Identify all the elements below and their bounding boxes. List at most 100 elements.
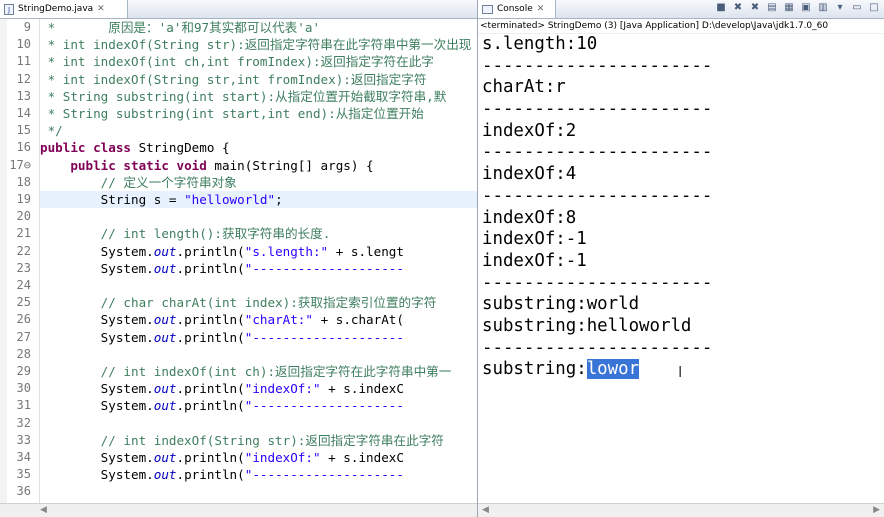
line-number: 32: [16, 415, 31, 430]
terminate-icon[interactable]: ■: [715, 2, 727, 14]
code-line[interactable]: System.out.println("indexOf:" + s.indexC: [40, 380, 477, 397]
editor-pane[interactable]: J StringDemo.java ✕ 9 * 原因是：'a'和97其实都可以代…: [0, 0, 478, 517]
line-number: 30: [16, 381, 31, 396]
remove-all-icon[interactable]: ✖: [749, 2, 761, 14]
code-line[interactable]: [40, 208, 477, 225]
console-output-line: indexOf:-1: [482, 229, 587, 250]
maximize-icon[interactable]: □: [868, 2, 880, 14]
code-line[interactable]: public static void main(String[] args) {: [40, 157, 477, 174]
code-line[interactable]: * int indexOf(String str,int fromIndex):…: [40, 71, 477, 88]
code-line[interactable]: * int indexOf(int ch,int fromIndex):返回指定…: [40, 53, 477, 70]
console-output-line: substring:lowor: [482, 359, 884, 381]
code-line[interactable]: [40, 415, 477, 432]
code-line[interactable]: String s = "helloworld";: [40, 191, 477, 208]
console-horizontal-scrollbar[interactable]: ◀ ▶: [478, 503, 884, 517]
code-line[interactable]: System.out.println("charAt:" + s.charAt(: [40, 311, 477, 328]
line-number: 26: [16, 312, 31, 327]
scroll-left-icon[interactable]: ◀: [482, 504, 489, 517]
console-icon: [482, 4, 493, 14]
line-number: 18: [16, 174, 31, 189]
editor-horizontal-scrollbar[interactable]: ◀: [0, 503, 477, 517]
console-output[interactable]: s.length:10 ---------------------- charAt:…: [482, 34, 884, 381]
line-number: 22: [16, 243, 31, 258]
tab-label: StringDemo.java: [18, 4, 94, 14]
console-output-line: ----------------------: [482, 142, 713, 163]
line-number: 24: [16, 278, 31, 292]
selected-text[interactable]: lowor: [586, 359, 640, 380]
remove-launch-icon[interactable]: ✖: [732, 2, 744, 14]
line-number: 33: [16, 432, 31, 447]
code-line[interactable]: System.out.println("--------------------: [40, 260, 477, 277]
line-number: 12: [16, 71, 31, 86]
line-number: 14: [16, 106, 31, 120]
line-number: 13: [16, 88, 31, 103]
console-output-line: indexOf:4: [482, 164, 577, 185]
editor-tab-bar: J StringDemo.java ✕: [0, 0, 477, 19]
console-output-line: ----------------------: [482, 185, 713, 206]
close-icon[interactable]: ✕: [537, 4, 545, 14]
code-line[interactable]: [40, 346, 477, 363]
code-line[interactable]: // char charAt(int index):获取指定索引位置的字符: [40, 294, 477, 311]
tab-console[interactable]: Console ✕: [478, 0, 556, 18]
code-line[interactable]: // int indexOf(String str):返回指定字符串在此字符: [40, 432, 477, 449]
line-number: 15: [16, 123, 31, 138]
line-number: 28: [16, 346, 31, 361]
line-number: 19: [16, 192, 31, 206]
code-line[interactable]: // int length():获取字符串的长度.: [40, 225, 477, 242]
line-number: 21: [16, 226, 31, 241]
minimize-icon[interactable]: ▭: [851, 2, 863, 14]
tab-stringdemo-java[interactable]: J StringDemo.java ✕: [0, 0, 128, 18]
code-line[interactable]: System.out.println("--------------------: [40, 329, 477, 346]
output-prefix: substring:: [482, 359, 587, 380]
console-toolbar: ■ ✖ ✖ ▤ ▦ ▣ ▥ ▾ ▭ □: [715, 2, 880, 14]
scroll-right-icon[interactable]: ▶: [873, 504, 880, 517]
overview-ruler: [0, 19, 7, 503]
line-number: 27: [16, 329, 31, 344]
code-line[interactable]: [40, 277, 477, 294]
code-line[interactable]: public class StringDemo {: [40, 139, 477, 156]
line-number: 10: [16, 37, 31, 52]
code-line[interactable]: * int indexOf(String str):返回指定字符串在此字符串中第…: [40, 36, 477, 53]
scroll-left-icon[interactable]: ◀: [40, 504, 47, 517]
line-number: 36: [16, 484, 31, 499]
text-cursor-icon: I: [678, 363, 683, 381]
line-number: 25: [16, 295, 31, 310]
code-line[interactable]: * String substring(int start):从指定位置开始截取字…: [40, 88, 477, 105]
code-line[interactable]: // 定义一个字符串对象: [40, 174, 477, 191]
console-output-line: substring:world: [482, 294, 640, 315]
close-icon[interactable]: ✕: [97, 4, 105, 14]
console-pane[interactable]: Console ✕ ■ ✖ ✖ ▤ ▦ ▣ ▥ ▾ ▭ □ <terminate…: [478, 0, 884, 517]
console-output-line: indexOf:-1: [482, 250, 587, 271]
code-line[interactable]: System.out.println("indexOf:" + s.indexC: [40, 449, 477, 466]
line-number: 23: [16, 260, 31, 275]
scroll-lock-icon[interactable]: ▦: [783, 2, 795, 14]
console-output-line: s.length:10: [482, 34, 598, 54]
code-line[interactable]: System.out.println("--------------------: [40, 466, 477, 483]
line-number: 34: [16, 450, 31, 464]
line-number: 29: [16, 364, 31, 378]
pin-console-icon[interactable]: ▣: [800, 2, 812, 14]
console-tab-bar: Console ✕ ■ ✖ ✖ ▤ ▦ ▣ ▥ ▾ ▭ □: [478, 0, 884, 19]
code-line[interactable]: [40, 483, 477, 500]
clear-console-icon[interactable]: ▤: [766, 2, 778, 14]
console-status: <terminated> StringDemo (3) [Java Applic…: [478, 19, 884, 34]
code-area[interactable]: 9 * 原因是：'a'和97其实都可以代表'a' 10 * int indexOf…: [0, 19, 477, 503]
code-line[interactable]: System.out.println("s.length:" + s.lengt: [40, 243, 477, 260]
line-number: 20: [16, 209, 31, 224]
console-output-line: ----------------------: [482, 55, 713, 76]
line-number: 11: [16, 54, 31, 69]
code-line[interactable]: * 原因是：'a'和97其实都可以代表'a': [40, 19, 477, 36]
code-line[interactable]: System.out.println("--------------------: [40, 397, 477, 414]
line-number: 35: [16, 467, 31, 482]
tab-label: Console: [497, 4, 533, 14]
console-output-line: ----------------------: [482, 99, 713, 120]
console-output-line: indexOf:8: [482, 207, 577, 228]
console-output-line: substring:helloworld: [482, 315, 692, 336]
open-console-icon[interactable]: ▾: [834, 2, 846, 14]
line-number: 16: [16, 140, 31, 155]
code-line[interactable]: // int indexOf(int ch):返回指定字符在此字符串中第一: [40, 363, 477, 380]
code-line[interactable]: * String substring(int start,int end):从指…: [40, 105, 477, 122]
line-number: 9: [23, 20, 31, 34]
display-selected-console-icon[interactable]: ▥: [817, 2, 829, 14]
code-line[interactable]: */: [40, 122, 477, 139]
